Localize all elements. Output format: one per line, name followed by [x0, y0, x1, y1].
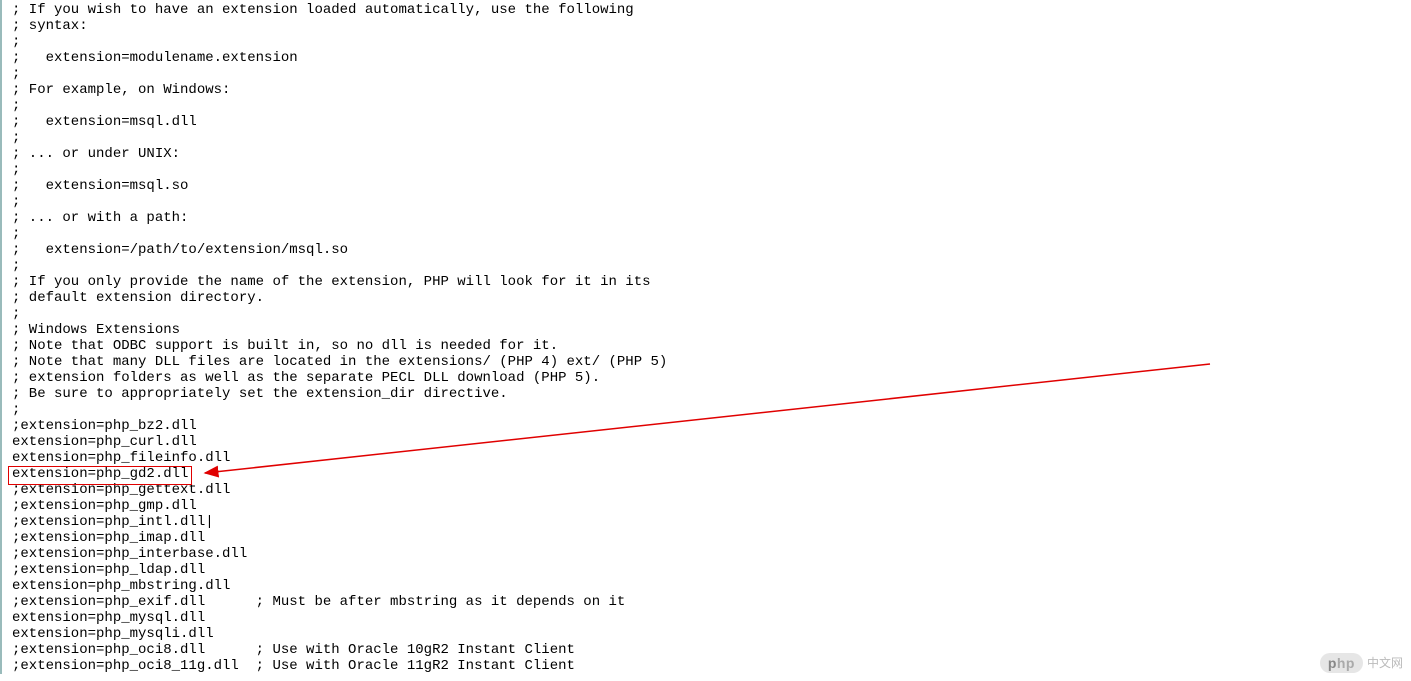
code-line: ; [12, 258, 1411, 274]
code-line: ; ... or under UNIX: [12, 146, 1411, 162]
code-line: ;extension=php_imap.dll [12, 530, 1411, 546]
code-line: ; extension=msql.so [12, 178, 1411, 194]
code-line: extension=php_gd2.dll [12, 466, 1411, 482]
code-line: extension=php_mysqli.dll [12, 626, 1411, 642]
code-line: ;extension=php_gmp.dll [12, 498, 1411, 514]
code-line: ; syntax: [12, 18, 1411, 34]
code-line: ; If you wish to have an extension loade… [12, 2, 1411, 18]
code-line: ; default extension directory. [12, 290, 1411, 306]
code-line: ; [12, 98, 1411, 114]
code-line: ; Be sure to appropriately set the exten… [12, 386, 1411, 402]
code-line: ;extension=php_interbase.dll [12, 546, 1411, 562]
code-line: ; If you only provide the name of the ex… [12, 274, 1411, 290]
code-line: ; [12, 194, 1411, 210]
php-badge: php [1320, 653, 1363, 673]
code-line: ; [12, 226, 1411, 242]
code-line: ;extension=php_oci8_11g.dll ; Use with O… [12, 658, 1411, 674]
code-line: ;extension=php_exif.dll ; Must be after … [12, 594, 1411, 610]
code-line: ; extension=modulename.extension [12, 50, 1411, 66]
code-line: ; Windows Extensions [12, 322, 1411, 338]
code-line: ; [12, 402, 1411, 418]
code-line: extension=php_curl.dll [12, 434, 1411, 450]
code-line: ;extension=php_intl.dll| [12, 514, 1411, 530]
code-line: ; [12, 34, 1411, 50]
code-line: extension=php_mysql.dll [12, 610, 1411, 626]
code-line: ;extension=php_ldap.dll [12, 562, 1411, 578]
code-line: ; For example, on Windows: [12, 82, 1411, 98]
watermark: php 中文网 [1320, 653, 1403, 673]
code-line: extension=php_mbstring.dll [12, 578, 1411, 594]
code-line: ; Note that many DLL files are located i… [12, 354, 1411, 370]
code-line: ;extension=php_bz2.dll [12, 418, 1411, 434]
code-line: ; extension=/path/to/extension/msql.so [12, 242, 1411, 258]
code-line: extension=php_fileinfo.dll [12, 450, 1411, 466]
code-line: ; [12, 130, 1411, 146]
code-line: ;extension=php_gettext.dll [12, 482, 1411, 498]
code-line: ; Note that ODBC support is built in, so… [12, 338, 1411, 354]
code-line: ; extension folders as well as the separ… [12, 370, 1411, 386]
code-line: ; [12, 306, 1411, 322]
code-line: ;extension=php_oci8.dll ; Use with Oracl… [12, 642, 1411, 658]
code-editor[interactable]: ; If you wish to have an extension loade… [0, 0, 1411, 674]
code-line: ; extension=msql.dll [12, 114, 1411, 130]
code-line: ; ... or with a path: [12, 210, 1411, 226]
code-line: ; [12, 66, 1411, 82]
watermark-text: 中文网 [1367, 655, 1403, 671]
code-line: ; [12, 162, 1411, 178]
